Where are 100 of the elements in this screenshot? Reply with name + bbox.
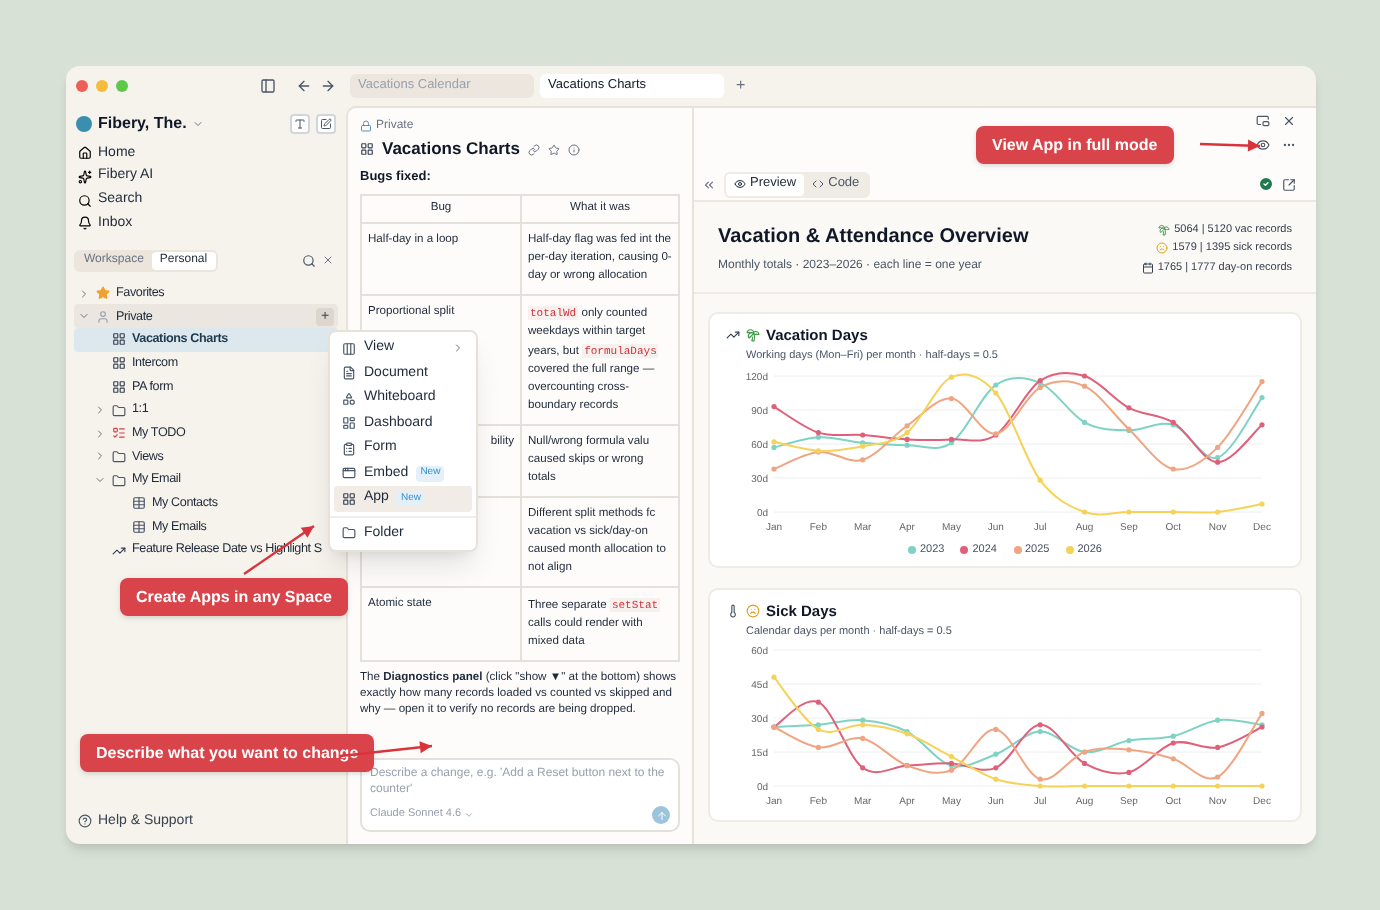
checklist-icon — [112, 426, 126, 441]
help-icon — [78, 814, 92, 829]
data-point — [1214, 718, 1220, 724]
info-icon[interactable] — [567, 143, 580, 155]
trend-icon — [726, 328, 740, 343]
back-icon[interactable] — [296, 78, 312, 94]
dashboard-icon — [342, 416, 356, 431]
sidebar-toggle-icon[interactable] — [260, 78, 276, 94]
folder-icon — [112, 403, 126, 418]
grid-icon — [112, 356, 126, 371]
callout-label: View App in full mode — [976, 126, 1174, 164]
arrow — [1199, 139, 1261, 152]
folder-icon — [112, 449, 126, 464]
forward-icon[interactable] — [320, 78, 336, 94]
document-icon — [342, 366, 356, 381]
data-point — [814, 447, 820, 453]
columns-icon — [342, 341, 356, 356]
link-icon[interactable] — [527, 143, 540, 155]
data-point — [859, 765, 865, 771]
more-icon[interactable] — [1282, 138, 1296, 152]
caret-icon[interactable] — [78, 310, 90, 323]
window-icon — [342, 466, 356, 481]
data-point — [1214, 508, 1220, 514]
data-point — [1125, 425, 1131, 431]
data-point — [1214, 443, 1220, 449]
search-icon[interactable] — [302, 253, 316, 268]
data-point — [1080, 508, 1087, 514]
data-point — [1258, 711, 1264, 717]
person-icon — [96, 309, 110, 324]
data-point — [992, 752, 998, 758]
caret-icon — [463, 810, 474, 820]
data-point — [1080, 761, 1087, 767]
data-point — [770, 403, 776, 409]
data-point — [1258, 421, 1264, 427]
grid-icon — [112, 332, 126, 347]
data-point — [770, 465, 776, 471]
palm-tree-icon — [746, 328, 760, 343]
data-point — [1169, 756, 1175, 762]
page-title: Vacations Charts — [382, 136, 520, 162]
data-point — [992, 727, 998, 733]
data-point — [1080, 783, 1087, 790]
caret-icon[interactable] — [94, 474, 106, 487]
data-point — [1169, 418, 1175, 424]
bell-icon — [78, 216, 92, 231]
caret-icon[interactable] — [192, 118, 205, 130]
table-icon — [132, 519, 146, 534]
calendar-icon — [1141, 261, 1154, 274]
data-point — [1169, 508, 1175, 514]
star-icon[interactable] — [547, 143, 560, 155]
face-icon — [1156, 242, 1169, 255]
data-point — [814, 700, 820, 706]
workspace-logo-icon — [76, 116, 92, 132]
check-icon — [1258, 176, 1274, 192]
new-tab-button[interactable]: + — [730, 74, 752, 98]
data-point — [1125, 747, 1131, 753]
caret-icon[interactable] — [78, 287, 90, 300]
data-point — [1125, 770, 1131, 776]
thermometer-icon — [726, 603, 740, 618]
data-point — [1169, 465, 1175, 471]
grid-icon — [342, 491, 356, 506]
data-point — [992, 765, 998, 771]
popout-icon[interactable] — [1256, 114, 1270, 128]
data-point — [859, 736, 865, 742]
home-icon — [78, 146, 92, 161]
external-link-icon[interactable] — [1282, 177, 1296, 191]
data-point — [1258, 783, 1264, 790]
data-point — [770, 675, 776, 681]
lock-icon — [360, 120, 372, 132]
palm-tree-icon — [1158, 224, 1171, 237]
caret-icon[interactable] — [94, 427, 106, 440]
form-icon — [342, 441, 356, 456]
data-point — [947, 395, 954, 401]
send-button[interactable] — [652, 806, 670, 824]
star-icon — [96, 286, 110, 301]
shapes-icon — [342, 391, 356, 406]
workspace-name[interactable]: Fibery, The. — [98, 112, 187, 136]
data-point — [1258, 500, 1264, 506]
data-point — [1125, 404, 1131, 410]
data-point — [1214, 745, 1220, 751]
new-page-button[interactable] — [316, 114, 336, 134]
collapse-icon[interactable] — [322, 254, 334, 267]
grid-icon — [112, 379, 126, 394]
app-title: Vacation & Attendance Overview — [718, 224, 1029, 252]
close-icon[interactable] — [1282, 114, 1296, 128]
folder-icon — [112, 473, 126, 488]
collapse-icon[interactable] — [702, 177, 716, 191]
data-point — [1258, 378, 1264, 384]
data-point — [992, 777, 998, 783]
data-point — [814, 745, 820, 751]
data-point — [1125, 508, 1131, 514]
caret-icon[interactable] — [94, 450, 106, 463]
data-point — [1258, 394, 1264, 400]
sparkle-icon — [78, 170, 92, 185]
data-point — [1080, 372, 1087, 378]
eye-icon — [734, 178, 746, 190]
search-icon — [78, 193, 92, 208]
code-icon — [812, 178, 825, 190]
eye-icon[interactable] — [1256, 138, 1270, 152]
caret-icon[interactable] — [94, 404, 106, 417]
grid-icon — [360, 142, 374, 156]
